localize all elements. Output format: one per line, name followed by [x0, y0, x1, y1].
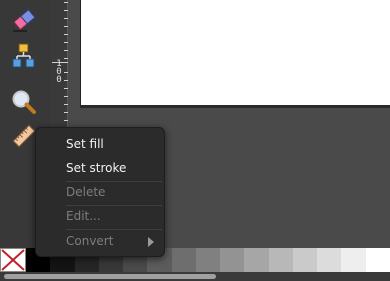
connector-icon[interactable] [10, 42, 38, 70]
menu-item-set-stroke[interactable]: Set stroke [36, 156, 164, 180]
color-swatch[interactable] [171, 248, 196, 272]
menu-item-delete[interactable]: Delete [36, 180, 164, 204]
color-swatch[interactable] [268, 248, 293, 272]
zoom-icon[interactable] [10, 88, 38, 116]
color-swatch[interactable] [317, 248, 342, 272]
menu-item-edit[interactable]: Edit... [36, 204, 164, 228]
menu-item-label: Set stroke [66, 161, 127, 175]
no-color-swatch[interactable] [0, 248, 26, 272]
menu-item-set-fill[interactable]: Set fill [36, 132, 164, 156]
ruler-label: 1 0 0 [54, 60, 64, 85]
color-swatch[interactable] [244, 248, 269, 272]
eraser-icon[interactable] [10, 6, 38, 34]
ruler-digit: 0 [56, 75, 62, 85]
scrollbar-thumb[interactable] [4, 274, 216, 279]
menu-item-label: Convert [66, 234, 114, 248]
measure-icon[interactable] [10, 122, 38, 150]
menu-item-label: Delete [66, 185, 106, 199]
color-swatch[interactable] [292, 248, 318, 272]
color-swatch[interactable] [220, 248, 245, 272]
context-menu: Set fill Set stroke Delete Edit... Conve… [35, 127, 165, 257]
color-swatch[interactable] [195, 248, 221, 272]
submenu-arrow-icon [148, 237, 154, 247]
horizontal-scrollbar[interactable] [0, 272, 390, 281]
color-swatch[interactable] [365, 248, 390, 272]
menu-item-label: Set fill [66, 137, 104, 151]
menu-item-convert[interactable]: Convert [36, 229, 164, 253]
menu-item-label: Edit... [66, 209, 101, 223]
color-swatch[interactable] [341, 248, 366, 272]
drawing-page[interactable] [80, 0, 390, 105]
